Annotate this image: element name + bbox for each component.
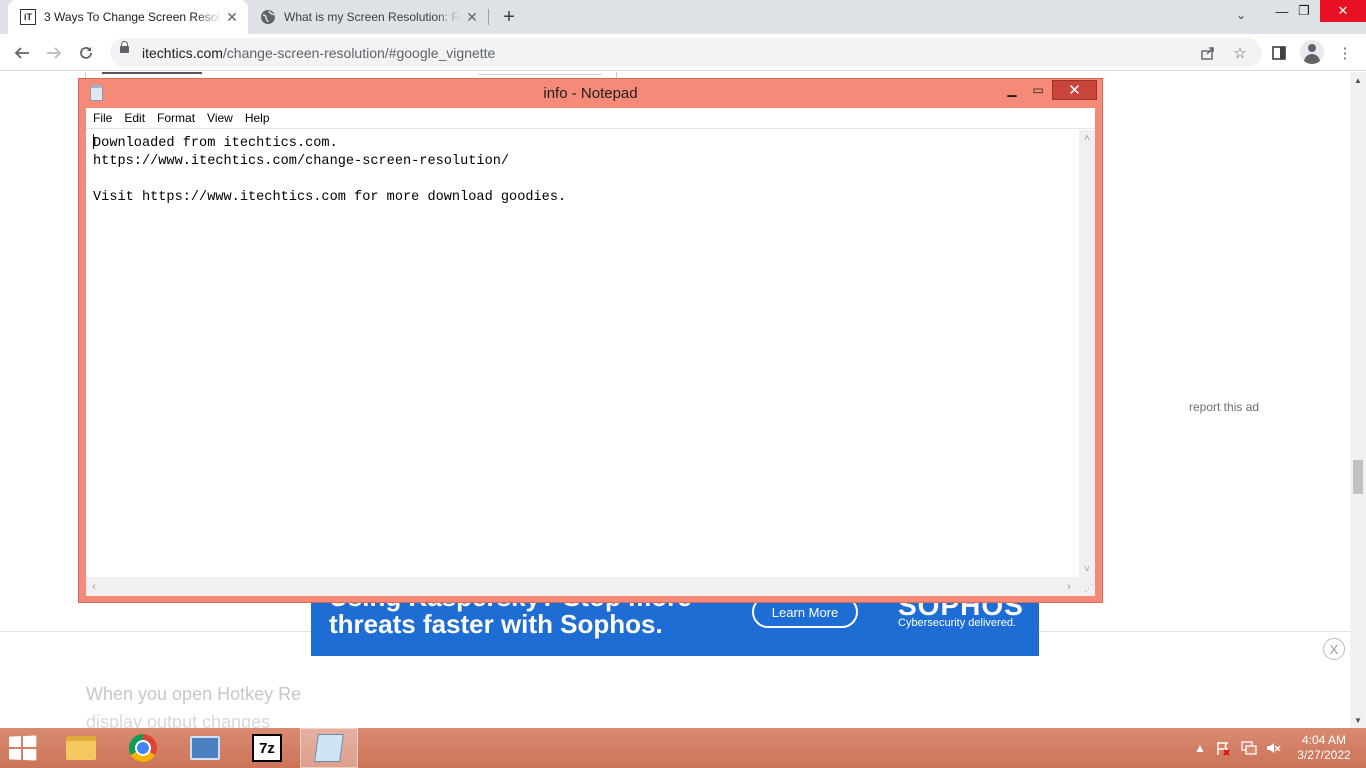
article-text: When you open Hotkey Re: [86, 684, 302, 704]
control-panel-icon[interactable]: [176, 728, 234, 768]
scroll-up-icon[interactable]: ˄: [1079, 130, 1095, 146]
profile-avatar[interactable]: [1300, 40, 1324, 64]
reload-icon[interactable]: [73, 40, 99, 66]
tab-close-icon[interactable]: ✕: [462, 7, 482, 27]
address-bar[interactable]: itechtics.com/change-screen-resolution/#…: [110, 38, 1262, 67]
menu-bar: File Edit Format View Help: [86, 108, 1095, 129]
menu-format[interactable]: Format: [151, 111, 201, 125]
content-underline: [102, 72, 202, 74]
text-line: ​: [93, 171, 1071, 189]
forward-icon[interactable]: [41, 40, 67, 66]
tab-title: 3 Ways To Change Screen Resolution: [44, 10, 222, 24]
scroll-up-icon[interactable]: ▲: [1350, 72, 1366, 88]
side-panel-icon[interactable]: [1268, 42, 1290, 64]
file-explorer-icon[interactable]: [52, 728, 110, 768]
menu-view[interactable]: View: [201, 111, 239, 125]
new-tab-button[interactable]: +: [498, 6, 520, 28]
notepad-client: File Edit Format View Help Downloaded fr…: [86, 108, 1095, 596]
text-line: Downloaded from itechtics.com.: [93, 136, 338, 151]
share-icon[interactable]: [1198, 43, 1218, 63]
browser-toolbar: itechtics.com/change-screen-resolution/#…: [0, 34, 1366, 71]
scroll-left-icon[interactable]: ‹: [86, 577, 102, 596]
scroll-down-icon[interactable]: ˅: [1079, 561, 1095, 577]
menu-icon[interactable]: ⋮: [1334, 42, 1356, 64]
close-icon[interactable]: ✕: [1052, 80, 1097, 100]
vertical-scrollbar[interactable]: ˄ ˅: [1079, 130, 1095, 577]
tab-itechtics[interactable]: iT 3 Ways To Change Screen Resolution ✕: [8, 0, 248, 34]
ad-tagline: Cybersecurity delivered.: [898, 617, 1016, 629]
clock-time: 4:04 AM: [1301, 733, 1347, 747]
restore-icon[interactable]: ❐: [1286, 0, 1322, 22]
show-hidden-icons[interactable]: ▲: [1192, 728, 1208, 768]
scrollbar-thumb[interactable]: [1353, 460, 1363, 494]
tab-strip: iT 3 Ways To Change Screen Resolution ✕ …: [0, 0, 1366, 34]
menu-edit[interactable]: Edit: [118, 111, 151, 125]
menu-file[interactable]: File: [87, 111, 118, 125]
page-scrollbar[interactable]: ▲ ▼: [1350, 72, 1366, 728]
bookmark-star-icon[interactable]: ☆: [1230, 43, 1250, 63]
scroll-right-icon[interactable]: ›: [1061, 577, 1077, 596]
tab-screen-resolution[interactable]: What is my Screen Resolution: Find ✕: [250, 0, 488, 34]
volume-muted-icon[interactable]: [1262, 728, 1284, 768]
window-title: info - Notepad: [543, 85, 638, 102]
itechtics-icon: iT: [20, 9, 36, 25]
text-editor[interactable]: Downloaded from itechtics.com. https://ww…: [86, 130, 1078, 577]
notepad-taskbar-icon[interactable]: [300, 728, 358, 768]
7zip-icon[interactable]: 7z: [238, 728, 296, 768]
lock-icon[interactable]: [120, 41, 129, 53]
clock-date: 3/27/2022: [1297, 748, 1351, 762]
minimize-icon[interactable]: ▁: [1000, 80, 1024, 100]
resize-grip-icon[interactable]: ⋰: [1079, 577, 1095, 596]
system-clock[interactable]: 4:04 AM 3/27/2022: [1288, 733, 1360, 763]
scroll-down-icon[interactable]: ▼: [1350, 712, 1366, 728]
url-text: itechtics.com/change-screen-resolution/#…: [142, 45, 496, 61]
content-box: [478, 72, 602, 75]
action-center-flag-icon[interactable]: [1212, 728, 1234, 768]
start-button[interactable]: [9, 735, 38, 761]
text-line: Visit https://www.itechtics.com for more…: [93, 190, 567, 205]
globe-icon: [260, 9, 276, 25]
windows-taskbar: 7z ▲ 4:04 AM 3/27/2022: [0, 728, 1366, 768]
back-icon[interactable]: [9, 40, 35, 66]
text-line: https://www.itechtics.com/change-screen-…: [93, 154, 510, 169]
tab-title: What is my Screen Resolution: Find: [284, 10, 462, 24]
horizontal-scrollbar[interactable]: ‹ ›: [86, 577, 1079, 596]
article-text: display output changes: [86, 712, 271, 728]
chrome-icon[interactable]: [114, 728, 172, 768]
report-ad-link[interactable]: report this ad: [1189, 400, 1259, 414]
tab-search-icon[interactable]: ⌄: [1230, 8, 1252, 26]
close-window-icon[interactable]: ✕: [1320, 0, 1366, 22]
network-icon[interactable]: [1238, 728, 1260, 768]
menu-help[interactable]: Help: [239, 111, 276, 125]
ad-close-button[interactable]: X: [1323, 638, 1345, 660]
maximize-icon[interactable]: ▭: [1026, 80, 1050, 100]
tab-close-icon[interactable]: ✕: [222, 7, 242, 27]
notepad-window: info - Notepad ▁ ▭ ✕ File Edit Format Vi…: [78, 78, 1103, 603]
tab-separator: [488, 9, 489, 25]
